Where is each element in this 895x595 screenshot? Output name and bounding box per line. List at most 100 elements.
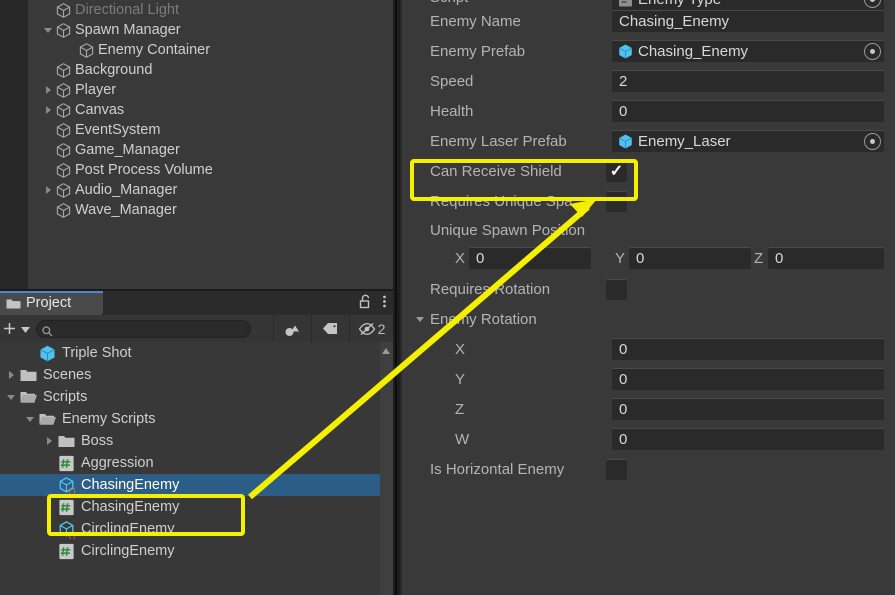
hierarchy-item[interactable]: Game_Manager bbox=[28, 140, 393, 160]
inspector-row-can-receive-shield: Can Receive Shield ✓ bbox=[402, 156, 895, 186]
lock-open-icon[interactable] bbox=[359, 294, 372, 314]
hidden-assets-count: 2 bbox=[377, 320, 386, 337]
unique-spawn-position-vector: X 0 Y 0 Z 0 bbox=[402, 244, 895, 274]
enemy-rotation-y-field[interactable]: 0 bbox=[612, 368, 884, 390]
can-receive-shield-checkbox[interactable]: ✓ bbox=[606, 161, 627, 182]
project-item-label: Scenes bbox=[43, 367, 92, 383]
filter-by-label-button[interactable] bbox=[311, 315, 349, 342]
unique-spawn-position-label: Unique Spawn Position bbox=[430, 221, 586, 239]
project-item[interactable]: Aggression bbox=[0, 452, 393, 474]
gameobject-cube-icon bbox=[55, 162, 72, 179]
unique-spawn-x-label: X bbox=[455, 250, 466, 267]
hierarchy-item-label: Canvas bbox=[75, 102, 125, 118]
filter-by-type-button[interactable] bbox=[273, 315, 311, 342]
enemy-rotation-w-label: W bbox=[455, 430, 470, 448]
twisty-collapsed-icon[interactable] bbox=[41, 180, 55, 200]
hierarchy-item-label: Enemy Container bbox=[98, 42, 211, 58]
enemy-rotation-z-field[interactable]: 0 bbox=[612, 398, 884, 420]
tab-active-accent bbox=[0, 291, 103, 293]
project-item[interactable]: CirclingEnemy bbox=[0, 540, 393, 562]
hierarchy-item[interactable]: Audio_Manager bbox=[28, 180, 393, 200]
enemy-name-field[interactable]: Chasing_Enemy bbox=[612, 10, 884, 32]
requires-rotation-checkbox[interactable] bbox=[606, 279, 627, 300]
create-asset-button[interactable] bbox=[2, 320, 30, 338]
health-field[interactable]: 0 bbox=[612, 100, 884, 122]
project-item[interactable]: Triple Shot bbox=[0, 342, 393, 364]
hidden-assets-toggle[interactable]: 2 bbox=[349, 315, 393, 342]
project-item[interactable]: {} CirclingEnemy bbox=[0, 518, 393, 540]
enemy-laser-prefab-picker-button[interactable] bbox=[864, 133, 881, 150]
hierarchy-item[interactable]: Canvas bbox=[28, 100, 393, 120]
hierarchy-item[interactable]: Enemy Container bbox=[28, 40, 393, 60]
enemy-rotation-x-field[interactable]: 0 bbox=[612, 338, 884, 360]
twisty-expanded-icon[interactable] bbox=[41, 20, 55, 40]
unique-spawn-x-field[interactable]: 0 bbox=[469, 247, 591, 269]
gameobject-cube-icon bbox=[55, 142, 72, 159]
project-item[interactable]: ChasingEnemy bbox=[0, 496, 393, 518]
twisty-collapsed-icon[interactable] bbox=[41, 437, 57, 445]
inspector-row-speed: Speed 2 bbox=[402, 66, 895, 96]
hierarchy-item[interactable]: Directional Light bbox=[28, 0, 393, 20]
hierarchy-item[interactable]: Spawn Manager bbox=[28, 20, 393, 40]
gameobject-cube-icon bbox=[55, 122, 72, 139]
checkmark-icon: ✓ bbox=[609, 163, 624, 180]
project-item[interactable]: Boss bbox=[0, 430, 393, 452]
twisty-collapsed-icon[interactable] bbox=[41, 80, 55, 100]
requires-unique-spawn-checkbox[interactable] bbox=[606, 191, 627, 212]
hierarchy-item-label: Audio_Manager bbox=[75, 182, 178, 198]
folder-open-icon bbox=[19, 388, 38, 407]
unique-spawn-y-field[interactable]: 0 bbox=[629, 247, 751, 269]
project-item-selected[interactable]: {} ChasingEnemy bbox=[0, 474, 393, 496]
twisty-expanded-icon[interactable] bbox=[3, 394, 19, 400]
chevron-down-icon[interactable] bbox=[416, 316, 424, 322]
hierarchy-item[interactable]: Background bbox=[28, 60, 393, 80]
chevron-down-icon[interactable] bbox=[21, 320, 30, 338]
project-item-label: Aggression bbox=[81, 455, 154, 471]
search-input[interactable] bbox=[36, 319, 251, 338]
inspector-row-health: Health 0 bbox=[402, 96, 895, 126]
hierarchy-item[interactable]: Wave_Manager bbox=[28, 200, 393, 220]
enemy-laser-prefab-value: Enemy_Laser bbox=[638, 133, 731, 150]
project-scrollbar[interactable] bbox=[380, 342, 393, 595]
enemy-laser-prefab-field[interactable]: Enemy_Laser bbox=[612, 130, 884, 152]
project-item[interactable]: Scenes bbox=[0, 364, 393, 386]
hierarchy-item-label: Player bbox=[75, 82, 117, 98]
project-asset-list[interactable]: Triple Shot Scenes Scripts Enemy Scripts Bos… bbox=[0, 342, 393, 595]
enemy-prefab-field[interactable]: Chasing_Enemy bbox=[612, 40, 884, 62]
hierarchy-item[interactable]: EventSystem bbox=[28, 120, 393, 140]
is-horizontal-enemy-checkbox[interactable] bbox=[606, 459, 627, 480]
gameobject-cube-icon bbox=[55, 62, 72, 79]
speed-field[interactable]: 2 bbox=[612, 70, 884, 92]
enemy-rotation-w-field[interactable]: 0 bbox=[612, 428, 884, 450]
hierarchy-item[interactable]: Post Process Volume bbox=[28, 160, 393, 180]
gameobject-cube-icon bbox=[55, 22, 72, 39]
unique-spawn-x-value: 0 bbox=[476, 250, 485, 267]
hierarchy-item-label: Wave_Manager bbox=[75, 202, 177, 218]
unique-spawn-z-value: 0 bbox=[775, 250, 784, 267]
kebab-menu-icon[interactable] bbox=[382, 294, 387, 314]
tab-project[interactable]: Project bbox=[0, 291, 103, 315]
requires-rotation-label: Requires Rotation bbox=[430, 280, 551, 298]
hierarchy-item[interactable]: Player bbox=[28, 80, 393, 100]
twisty-expanded-icon[interactable] bbox=[22, 416, 38, 422]
project-tab-bar: Project bbox=[0, 291, 393, 315]
gameobject-cube-icon bbox=[55, 182, 72, 199]
twisty-collapsed-icon[interactable] bbox=[3, 371, 19, 379]
twisty-collapsed-icon[interactable] bbox=[41, 100, 55, 120]
project-item-label: CirclingEnemy bbox=[81, 543, 175, 559]
inspector-row-enemy-rotation-foldout[interactable]: Enemy Rotation bbox=[402, 304, 895, 334]
script-label: Script bbox=[402, 0, 468, 6]
folder-icon bbox=[57, 432, 76, 451]
scroll-up-arrow-icon[interactable] bbox=[382, 348, 390, 354]
project-item-label: ChasingEnemy bbox=[81, 477, 180, 493]
enemy-prefab-picker-button[interactable] bbox=[864, 43, 881, 60]
project-item[interactable]: Scripts bbox=[0, 386, 393, 408]
gameobject-cube-icon bbox=[55, 2, 72, 19]
prefab-cube-icon bbox=[617, 43, 634, 60]
inspector-row-enemy-name: Enemy Name Chasing_Enemy bbox=[402, 6, 895, 36]
project-item[interactable]: Enemy Scripts bbox=[0, 408, 393, 430]
unique-spawn-z-field[interactable]: 0 bbox=[768, 247, 884, 269]
